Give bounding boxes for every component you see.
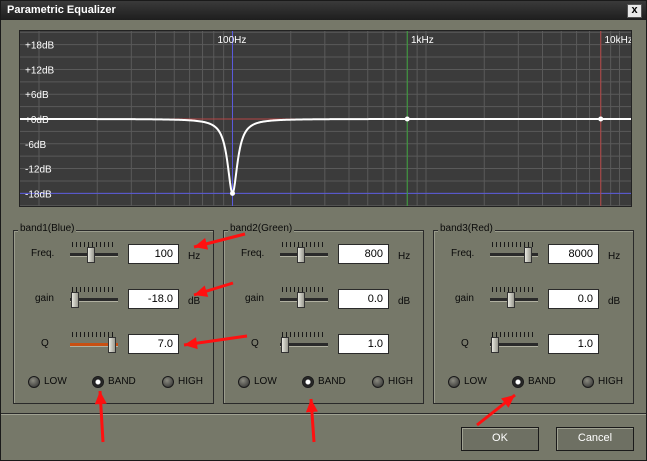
band1-type-band-label: BAND [108, 376, 136, 387]
band2-q-slider[interactable] [280, 332, 330, 354]
band2-freq-slider[interactable] [280, 242, 330, 264]
band1-handle[interactable] [230, 190, 235, 196]
band3-title: band3(Red) [438, 223, 495, 234]
radio-circle-icon [372, 376, 384, 388]
db-axis-label: -6dB [25, 140, 46, 151]
band1-freq-input[interactable] [128, 244, 179, 264]
band2-gain-label: gain [245, 293, 264, 304]
band1-q-input[interactable] [128, 334, 179, 354]
radio-circle-icon [162, 376, 174, 388]
separator [1, 413, 646, 415]
band2-gain-input[interactable] [338, 289, 389, 309]
db-axis-label: +6dB [25, 90, 49, 101]
band1-gain-slider[interactable] [70, 287, 120, 309]
band1-freq-slider-thumb[interactable] [87, 247, 95, 263]
band3-freq-label: Freq. [451, 248, 475, 259]
frequency-axis-label: 1kHz [411, 35, 434, 46]
radio-circle-icon [582, 376, 594, 388]
frequency-axis-label: 10kHz [605, 35, 632, 46]
radio-circle-icon [28, 376, 40, 388]
equalizer-window: Parametric Equalizer x +18dB +12dB +6dB +0d… [0, 0, 647, 461]
band2-title: band2(Green) [228, 223, 295, 234]
band3-q-slider-thumb[interactable] [491, 337, 499, 353]
band2-type-high-label: HIGH [388, 376, 413, 387]
band1-type-high-label: HIGH [178, 376, 203, 387]
band1-gain-input[interactable] [128, 289, 179, 309]
title-bar[interactable]: Parametric Equalizer x [1, 1, 646, 20]
band3-q-slider[interactable] [490, 332, 540, 354]
band1-type-low-label: LOW [44, 376, 67, 387]
band1-freq-unit: Hz [188, 251, 201, 262]
radio-circle-icon [92, 376, 104, 388]
band3-freq-slider-thumb[interactable] [524, 247, 532, 263]
radio-circle-icon [512, 376, 524, 388]
band2-freq-unit: Hz [398, 251, 411, 262]
db-axis-label: +18dB [25, 41, 55, 52]
cancel-button[interactable]: Cancel [556, 427, 634, 451]
band2-q-slider-thumb[interactable] [281, 337, 289, 353]
band3-freq-input[interactable] [548, 244, 599, 264]
band2-type-low-label: LOW [254, 376, 277, 387]
band3-gain-unit: dB [608, 296, 621, 307]
band3-gain-label: gain [455, 293, 474, 304]
band3-q-label: Q [461, 338, 469, 349]
db-axis-label: +12dB [25, 65, 55, 76]
band1-gain-slider-thumb[interactable] [71, 292, 79, 308]
band1-q-slider-thumb[interactable] [108, 337, 116, 353]
band2-q-input[interactable] [338, 334, 389, 354]
db-axis-label: +0dB [25, 115, 49, 126]
arrow-to-band2-band-shaft [309, 398, 316, 443]
band2-type-band-label: BAND [318, 376, 346, 387]
band2-q-label: Q [251, 338, 259, 349]
band2-gain-slider-thumb[interactable] [297, 292, 305, 308]
frequency-axis-label: 100Hz [218, 35, 247, 46]
band1-gain-unit: dB [188, 296, 201, 307]
band1-q-slider[interactable] [70, 332, 120, 354]
band3-type-band-label: BAND [528, 376, 556, 387]
radio-circle-icon [448, 376, 460, 388]
window-title: Parametric Equalizer [7, 4, 116, 16]
band1-gain-label: gain [35, 293, 54, 304]
frequency-response-graph[interactable]: +18dB +12dB +6dB +0dB -6dB -12dB -18dB 100Hz 1kH… [19, 30, 632, 207]
band3-gain-slider[interactable] [490, 287, 540, 309]
band3-q-input[interactable] [548, 334, 599, 354]
band2-gain-unit: dB [398, 296, 411, 307]
db-axis-label: -12dB [25, 165, 52, 176]
band1-freq-slider[interactable] [70, 242, 120, 264]
band2-gain-slider[interactable] [280, 287, 330, 309]
close-icon: x [631, 4, 638, 16]
close-button[interactable]: x [627, 4, 642, 18]
band3-gain-slider-thumb[interactable] [507, 292, 515, 308]
band3-type-high-label: HIGH [598, 376, 623, 387]
band3-freq-unit: Hz [608, 251, 621, 262]
band3-freq-slider[interactable] [490, 242, 540, 264]
band2-freq-input[interactable] [338, 244, 389, 264]
band1-q-label: Q [41, 338, 49, 349]
db-axis-label: -18dB [25, 189, 52, 200]
graph-canvas[interactable]: +18dB +12dB +6dB +0dB -6dB -12dB -18dB 100Hz 1kH… [20, 31, 631, 206]
radio-circle-icon [302, 376, 314, 388]
radio-circle-icon [238, 376, 250, 388]
band1-freq-label: Freq. [31, 248, 55, 259]
band2-handle[interactable] [404, 116, 410, 122]
band3-type-low-label: LOW [464, 376, 487, 387]
band2-freq-label: Freq. [241, 248, 265, 259]
band2-freq-slider-thumb[interactable] [297, 247, 305, 263]
arrow-to-band2-band [305, 398, 318, 443]
band1-title: band1(Blue) [18, 223, 77, 234]
band3-handle[interactable] [598, 116, 604, 122]
band3-gain-input[interactable] [548, 289, 599, 309]
ok-button[interactable]: OK [461, 427, 539, 451]
